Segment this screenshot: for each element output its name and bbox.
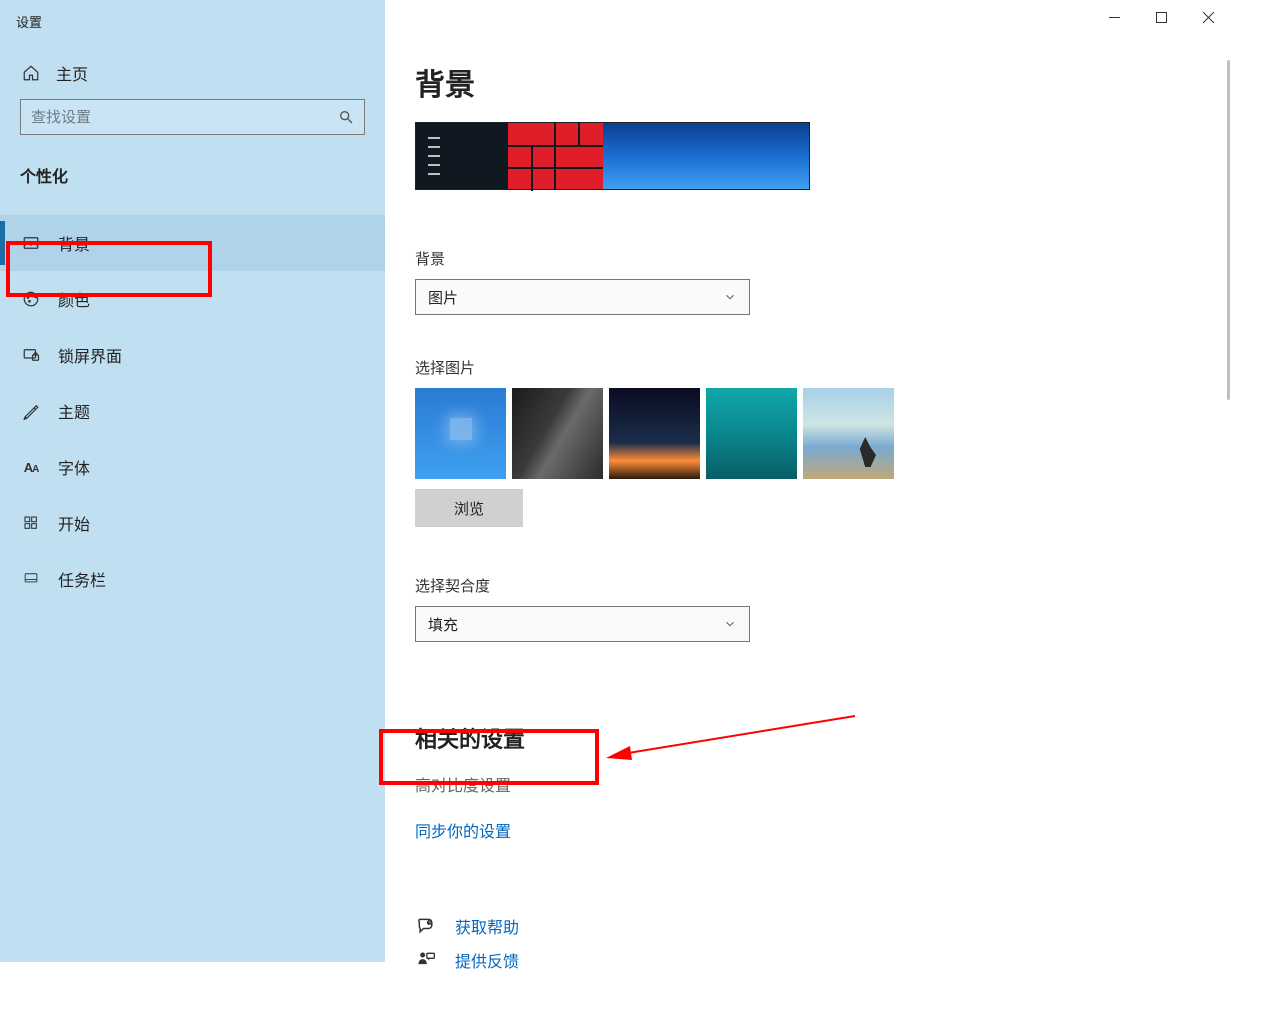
scrollbar[interactable] (1227, 60, 1230, 400)
fit-dropdown[interactable]: 填充 (415, 606, 750, 642)
background-mode-label: 背景 (415, 248, 1202, 269)
sidebar-item-lockscreen[interactable]: 锁屏界面 (0, 327, 385, 383)
thumbnail-5[interactable] (803, 388, 894, 479)
palette-icon (22, 290, 40, 308)
sidebar-item-start[interactable]: 开始 (0, 495, 385, 551)
sidebar-item-label: 任务栏 (58, 567, 106, 591)
sidebar-item-label: 开始 (58, 511, 90, 535)
dropdown-value: 图片 (428, 287, 458, 308)
sidebar-item-colors[interactable]: 颜色 (0, 271, 385, 327)
chevron-down-icon (723, 617, 737, 631)
dropdown-value: 填充 (428, 614, 458, 635)
give-feedback-link[interactable]: 提供反馈 (455, 948, 519, 972)
sidebar-home[interactable]: 主页 (0, 51, 385, 99)
sidebar-item-taskbar[interactable]: 任务栏 (0, 551, 385, 607)
search-icon (338, 109, 354, 125)
search-input-wrap[interactable] (20, 99, 365, 135)
background-preview (415, 122, 810, 190)
get-help-link[interactable]: 获取帮助 (455, 914, 519, 938)
main-content: 背景 背景 图片 选择图片 浏览 选择契合度 填充 (385, 0, 1232, 962)
titlebar-controls (1091, 0, 1232, 34)
high-contrast-link[interactable]: 高对比度设置 (415, 772, 1202, 796)
choose-image-label: 选择图片 (415, 357, 1202, 378)
sidebar-item-background[interactable]: 背景 (0, 215, 385, 271)
theme-icon (22, 402, 40, 420)
sidebar-item-label: 背景 (58, 231, 90, 255)
maximize-button[interactable] (1138, 0, 1185, 34)
fit-label: 选择契合度 (415, 575, 1202, 596)
image-thumbnails (415, 388, 1202, 479)
start-icon (22, 514, 40, 532)
font-icon: AA (22, 458, 40, 476)
page-title: 背景 (415, 60, 1202, 104)
sidebar-home-label: 主页 (56, 61, 88, 85)
thumbnail-3[interactable] (609, 388, 700, 479)
search-input[interactable] (31, 109, 338, 126)
thumbnail-2[interactable] (512, 388, 603, 479)
sidebar-item-label: 锁屏界面 (58, 343, 122, 367)
sidebar-item-fonts[interactable]: AA 字体 (0, 439, 385, 495)
minimize-button[interactable] (1091, 0, 1138, 34)
sync-settings-link[interactable]: 同步你的设置 (415, 818, 1202, 842)
lock-screen-icon (22, 346, 40, 364)
browse-button[interactable]: 浏览 (415, 489, 523, 527)
sidebar: 设置 主页 个性化 背景 颜色 (0, 0, 385, 962)
sidebar-nav: 背景 颜色 锁屏界面 主题 AA 字体 (0, 215, 385, 607)
related-settings-title: 相关的设置 (415, 722, 1202, 754)
window-title: 设置 (0, 0, 385, 51)
home-icon (22, 64, 40, 82)
sidebar-item-label: 主题 (58, 399, 90, 423)
picture-icon (22, 234, 40, 252)
background-mode-dropdown[interactable]: 图片 (415, 279, 750, 315)
sidebar-item-label: 颜色 (58, 287, 90, 311)
chevron-down-icon (723, 290, 737, 304)
sidebar-group-label: 个性化 (0, 153, 385, 215)
help-icon: ? (415, 916, 437, 936)
feedback-icon (415, 950, 437, 970)
thumbnail-4[interactable] (706, 388, 797, 479)
sidebar-item-label: 字体 (58, 455, 90, 479)
close-button[interactable] (1185, 0, 1232, 34)
sidebar-item-themes[interactable]: 主题 (0, 383, 385, 439)
thumbnail-1[interactable] (415, 388, 506, 479)
taskbar-icon (22, 570, 40, 588)
